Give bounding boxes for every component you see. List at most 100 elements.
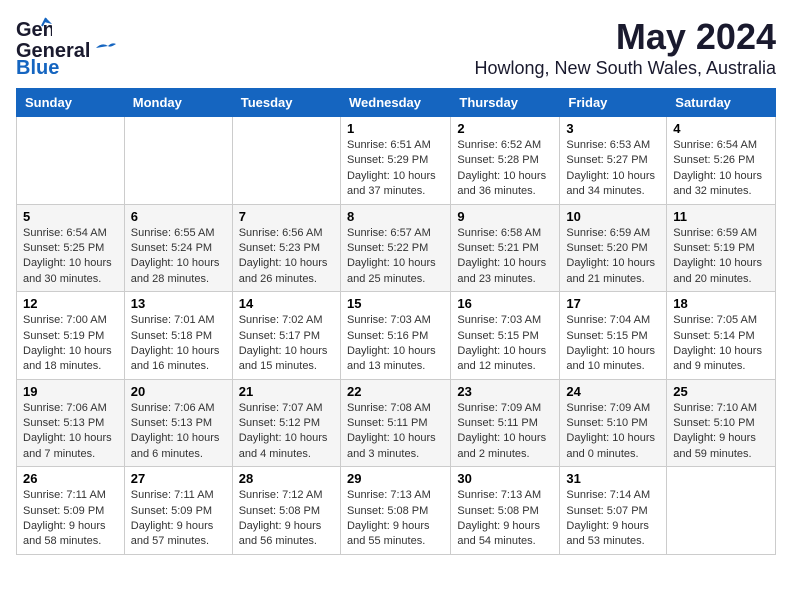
- day-info-line: Sunset: 5:17 PM: [239, 330, 320, 342]
- day-info-line: Sunrise: 6:54 AM: [23, 227, 107, 239]
- bird-icon: [94, 40, 116, 56]
- day-info: Sunrise: 7:13 AMSunset: 5:08 PMDaylight:…: [347, 488, 444, 550]
- calendar-cell: 21Sunrise: 7:07 AMSunset: 5:12 PMDayligh…: [232, 379, 340, 467]
- day-info-line: and 58 minutes.: [23, 535, 101, 547]
- day-info: Sunrise: 7:05 AMSunset: 5:14 PMDaylight:…: [673, 313, 769, 375]
- day-info-line: Sunset: 5:19 PM: [673, 242, 754, 254]
- day-info-line: Sunrise: 6:52 AM: [457, 139, 541, 151]
- day-info-line: Sunrise: 7:00 AM: [23, 314, 107, 326]
- day-info: Sunrise: 7:06 AMSunset: 5:13 PMDaylight:…: [23, 401, 118, 463]
- day-info-line: Daylight: 10 hours: [131, 345, 220, 357]
- day-info-line: Daylight: 10 hours: [347, 257, 436, 269]
- day-info-line: Sunrise: 7:11 AM: [23, 489, 106, 501]
- day-info-line: Daylight: 10 hours: [239, 257, 328, 269]
- day-info-line: Sunrise: 7:02 AM: [239, 314, 323, 326]
- day-info-line: Daylight: 10 hours: [239, 345, 328, 357]
- day-info-line: and 30 minutes.: [23, 273, 101, 285]
- day-info: Sunrise: 7:09 AMSunset: 5:11 PMDaylight:…: [457, 401, 553, 463]
- col-header-thursday: Thursday: [451, 89, 560, 117]
- day-info-line: Sunset: 5:16 PM: [347, 330, 428, 342]
- calendar-cell: 29 Sunrise: 7:13 AMSunset: 5:08 PMDayligh…: [340, 467, 450, 555]
- day-info: Sunrise: 6:51 AMSunset: 5:29 PMDaylight:…: [347, 138, 444, 200]
- day-info-line: and 13 minutes.: [347, 360, 425, 372]
- calendar-cell: 16Sunrise: 7:03 AMSunset: 5:15 PMDayligh…: [451, 292, 560, 380]
- day-number: 27: [131, 471, 226, 486]
- day-info-line: and 34 minutes.: [566, 185, 644, 197]
- day-info-line: and 12 minutes.: [457, 360, 535, 372]
- calendar-week-2: 12Sunrise: 7:00 AMSunset: 5:19 PMDayligh…: [17, 292, 776, 380]
- day-number: 9: [457, 209, 553, 224]
- day-info-line: and 37 minutes.: [347, 185, 425, 197]
- day-number: 23: [457, 384, 553, 399]
- day-info-line: Daylight: 10 hours: [457, 257, 546, 269]
- day-info-line: and 3 minutes.: [347, 448, 419, 460]
- day-info-line: and 16 minutes.: [131, 360, 209, 372]
- day-info-line: Sunrise: 7:03 AM: [457, 314, 541, 326]
- day-info-line: and 26 minutes.: [239, 273, 317, 285]
- day-info-line: Daylight: 10 hours: [239, 432, 328, 444]
- day-info: Sunrise: 6:54 AMSunset: 5:25 PMDaylight:…: [23, 226, 118, 288]
- day-info-line: Sunset: 5:22 PM: [347, 242, 428, 254]
- day-info-line: Sunset: 5:21 PM: [457, 242, 538, 254]
- day-number: 1: [347, 121, 444, 136]
- day-info: Sunrise: 7:00 AMSunset: 5:19 PMDaylight:…: [23, 313, 118, 375]
- day-info-line: Daylight: 9 hours: [673, 432, 756, 444]
- day-info-line: Sunrise: 7:11 AM: [131, 489, 214, 501]
- day-info-line: Sunrise: 7:04 AM: [566, 314, 650, 326]
- calendar-cell: [17, 117, 125, 205]
- day-info-line: Daylight: 10 hours: [23, 432, 112, 444]
- day-info-line: and 21 minutes.: [566, 273, 644, 285]
- calendar-cell: 27 Sunrise: 7:11 AMSunset: 5:09 PMDayligh…: [124, 467, 232, 555]
- calendar-cell: 23 Sunrise: 7:09 AMSunset: 5:11 PMDayligh…: [451, 379, 560, 467]
- day-info-line: and 0 minutes.: [566, 448, 638, 460]
- day-info: Sunrise: 7:04 AMSunset: 5:15 PMDaylight:…: [566, 313, 660, 375]
- day-info-line: Daylight: 10 hours: [23, 345, 112, 357]
- day-info-line: Sunrise: 6:55 AM: [131, 227, 215, 239]
- day-info: Sunrise: 7:02 AM Sunset: 5:17 PM Daylight:…: [239, 313, 334, 375]
- day-info-line: Daylight: 10 hours: [457, 345, 546, 357]
- day-info: Sunrise: 7:11 AMSunset: 5:09 PMDaylight:…: [131, 488, 226, 550]
- calendar-cell: 11Sunrise: 6:59 AMSunset: 5:19 PMDayligh…: [667, 204, 776, 292]
- day-info-line: and 18 minutes.: [23, 360, 101, 372]
- day-info-line: Sunrise: 7:12 AM: [239, 489, 323, 501]
- day-info-line: Daylight: 10 hours: [23, 257, 112, 269]
- calendar-cell: 10Sunrise: 6:59 AMSunset: 5:20 PMDayligh…: [560, 204, 667, 292]
- day-number: 28: [239, 471, 334, 486]
- day-info-line: and 6 minutes.: [131, 448, 203, 460]
- day-info-line: Sunset: 5:10 PM: [673, 417, 754, 429]
- day-info-line: Daylight: 10 hours: [673, 257, 762, 269]
- day-info-line: Sunset: 5:20 PM: [566, 242, 647, 254]
- day-info-line: and 28 minutes.: [131, 273, 209, 285]
- day-info-line: and 10 minutes.: [566, 360, 644, 372]
- day-info-line: Sunset: 5:24 PM: [131, 242, 212, 254]
- day-number: 25: [673, 384, 769, 399]
- day-info: Sunrise: 6:59 AMSunset: 5:19 PMDaylight:…: [673, 226, 769, 288]
- calendar-cell: 3Sunrise: 6:53 AMSunset: 5:27 PMDaylight…: [560, 117, 667, 205]
- day-info: Sunrise: 6:52 AMSunset: 5:28 PMDaylight:…: [457, 138, 553, 200]
- day-number: 30: [457, 471, 553, 486]
- day-number: 16: [457, 296, 553, 311]
- day-info-line: Daylight: 9 hours: [347, 520, 430, 532]
- col-header-wednesday: Wednesday: [340, 89, 450, 117]
- day-info-line: and 55 minutes.: [347, 535, 425, 547]
- day-number: 22: [347, 384, 444, 399]
- day-info: Sunrise: 7:09 AMSunset: 5:10 PMDaylight:…: [566, 401, 660, 463]
- day-info-line: Daylight: 9 hours: [131, 520, 214, 532]
- day-number: 7: [239, 209, 334, 224]
- calendar-cell: 4Sunrise: 6:54 AMSunset: 5:26 PMDaylight…: [667, 117, 776, 205]
- day-info-line: Daylight: 9 hours: [239, 520, 322, 532]
- day-number: 29: [347, 471, 444, 486]
- day-info: Sunrise: 7:14 AMSunset: 5:07 PMDaylight:…: [566, 488, 660, 550]
- calendar-cell: 18 Sunrise: 7:05 AMSunset: 5:14 PMDayligh…: [667, 292, 776, 380]
- day-info-line: Daylight: 10 hours: [457, 170, 546, 182]
- day-number: 18: [673, 296, 769, 311]
- day-info: Sunrise: 7:10 AMSunset: 5:10 PMDaylight:…: [673, 401, 769, 463]
- day-info-line: Daylight: 9 hours: [457, 520, 540, 532]
- day-number: 6: [131, 209, 226, 224]
- day-info-line: Sunset: 5:08 PM: [457, 505, 538, 517]
- day-info-line: and 53 minutes.: [566, 535, 644, 547]
- calendar-cell: 20Sunrise: 7:06 AMSunset: 5:13 PMDayligh…: [124, 379, 232, 467]
- calendar-cell: 13Sunrise: 7:01 AMSunset: 5:18 PMDayligh…: [124, 292, 232, 380]
- calendar-cell: 25 Sunrise: 7:10 AMSunset: 5:10 PMDayligh…: [667, 379, 776, 467]
- day-info-line: and 15 minutes.: [239, 360, 317, 372]
